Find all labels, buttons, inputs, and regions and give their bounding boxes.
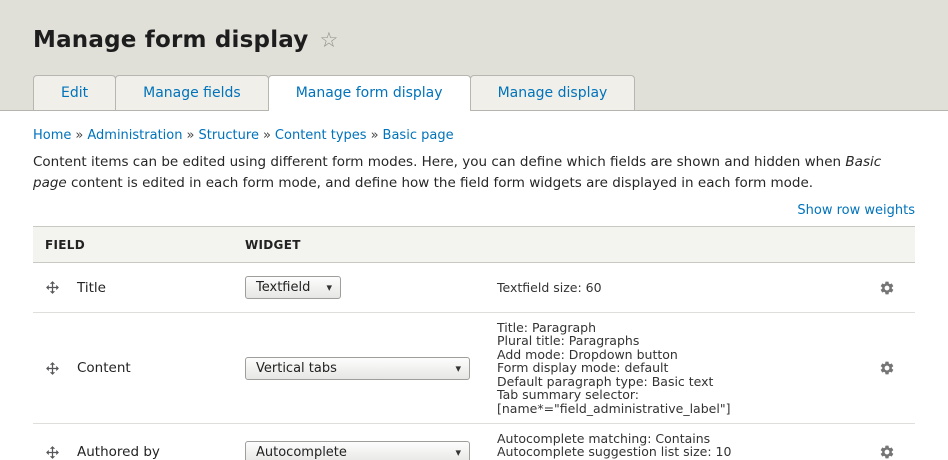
breadcrumb-separator: »: [186, 128, 195, 143]
description-text: Content items can be edited using differ…: [33, 154, 846, 170]
widget-select-content[interactable]: Vertical tabs ▾: [245, 356, 470, 380]
summary-line: Add mode: Dropdown button: [497, 346, 678, 362]
chevron-down-icon: ▾: [455, 445, 461, 459]
tab-manage-form-display[interactable]: Manage form display: [267, 75, 471, 111]
chevron-down-icon: ▾: [326, 281, 332, 294]
summary-line: Form display mode: default: [497, 360, 669, 376]
tab-edit[interactable]: Edit: [33, 75, 117, 110]
widget-select-authored-by[interactable]: Autocomplete ▾: [245, 440, 470, 460]
drag-handle-icon[interactable]: [45, 280, 60, 295]
widget-settings-button[interactable]: [877, 278, 897, 298]
breadcrumb-link-content-types[interactable]: Content types: [275, 128, 367, 143]
gear-icon: [880, 445, 894, 459]
gear-icon: [880, 361, 894, 375]
table-row-authored-by: Authored by Autocomplete ▾ Autocomplete …: [33, 424, 915, 460]
drag-handle-icon[interactable]: [45, 361, 60, 376]
breadcrumb-link-structure[interactable]: Structure: [198, 128, 258, 143]
gear-icon: [880, 281, 894, 294]
breadcrumb-separator: »: [370, 128, 379, 143]
summary-line: [name*="field_administrative_label"]: [497, 400, 731, 416]
tab-manage-display[interactable]: Manage display: [469, 75, 636, 110]
field-name-label: Content: [77, 360, 131, 376]
summary-line: Autocomplete suggestion list size: 10: [497, 444, 732, 460]
page-description: Content items can be edited using differ…: [33, 152, 915, 194]
breadcrumb-link-basic-page[interactable]: Basic page: [383, 128, 454, 143]
table-row-content: Content Vertical tabs ▾ Title: Paragraph…: [33, 313, 915, 424]
table-header-row: FIELD WIDGET: [33, 227, 915, 263]
breadcrumb-separator: »: [75, 128, 84, 143]
widget-settings-button[interactable]: [877, 358, 897, 378]
breadcrumb-link-administration[interactable]: Administration: [87, 128, 182, 143]
widget-summary: Textfield size: 60: [497, 273, 859, 302]
summary-line: Autocomplete matching: Contains: [497, 431, 711, 446]
widget-select-value: Autocomplete: [256, 444, 347, 460]
widget-select-value: Vertical tabs: [256, 360, 337, 376]
tab-manage-fields[interactable]: Manage fields: [115, 75, 269, 110]
main-content: Home» Administration» Structure» Content ty…: [0, 111, 948, 460]
star-icon[interactable]: ☆: [320, 29, 339, 51]
page-title: Manage form display: [33, 27, 309, 53]
summary-line: Tab summary selector:: [497, 387, 640, 403]
breadcrumb: Home» Administration» Structure» Content ty…: [33, 111, 915, 143]
widget-summary: Autocomplete matching: Contains Autocomp…: [497, 424, 859, 460]
widget-settings-button[interactable]: [877, 442, 897, 460]
summary-line: Default paragraph type: Basic text: [497, 373, 714, 389]
field-name-label: Authored by: [77, 444, 160, 460]
show-row-weights-link[interactable]: Show row weights: [797, 203, 915, 218]
column-header-field: FIELD: [45, 237, 85, 252]
breadcrumb-separator: »: [262, 128, 271, 143]
chevron-down-icon: ▾: [455, 361, 461, 375]
field-name-label: Title: [77, 279, 106, 296]
description-text: content is edited in each form mode, and…: [66, 175, 814, 191]
widget-select-title[interactable]: Textfield ▾: [245, 276, 341, 299]
summary-line: Plural title: Paragraphs: [497, 333, 640, 349]
table-row-title: Title Textfield ▾ Textfield size: 60: [33, 263, 915, 313]
summary-line: Title: Paragraph: [497, 320, 596, 336]
column-header-widget: WIDGET: [245, 237, 301, 252]
widget-summary: Title: Paragraph Plural title: Paragraph…: [497, 313, 859, 423]
drag-handle-icon[interactable]: [45, 445, 60, 460]
primary-tabs: Edit Manage fields Manage form display M…: [0, 75, 948, 111]
summary-line: Textfield size: 60: [497, 279, 602, 295]
breadcrumb-link-home[interactable]: Home: [33, 128, 71, 143]
widget-select-value: Textfield: [256, 280, 311, 295]
form-display-table: FIELD WIDGET Title Textfield ▾ Textfield…: [33, 226, 915, 460]
page-header: Manage form display ☆ Edit Manage fields…: [0, 0, 948, 111]
